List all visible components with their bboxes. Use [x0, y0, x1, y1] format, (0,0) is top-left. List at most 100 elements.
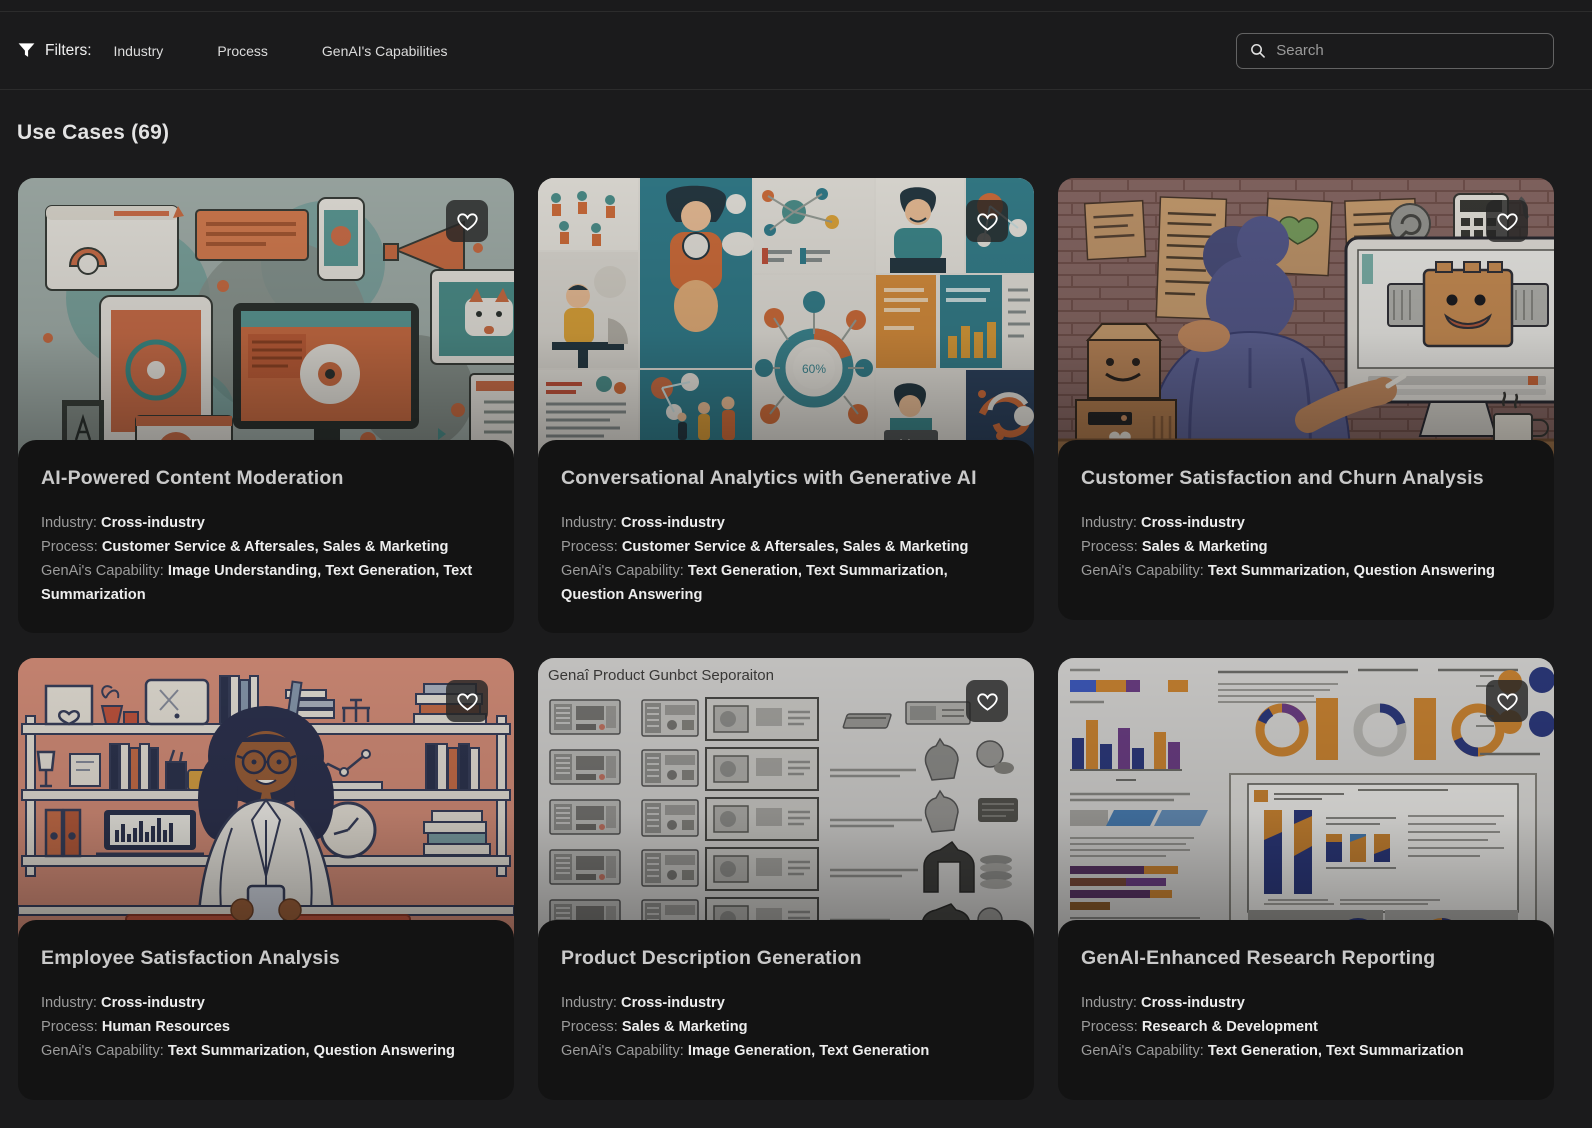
svg-text:60%: 60% — [802, 362, 826, 376]
card-industry: Industry: Cross-industry — [561, 511, 1010, 535]
favorite-button[interactable] — [1486, 680, 1528, 722]
use-case-card[interactable]: Genaî Product Gunbct Seporaiton — [538, 658, 1034, 1100]
industry-value: Cross-industry — [101, 995, 205, 1011]
search-box[interactable] — [1236, 33, 1554, 69]
card-body: Conversational Analytics with Generative… — [538, 440, 1034, 633]
illustration-conversational-analytics: 60% — [538, 178, 1034, 460]
card-body: GenAI-Enhanced Research Reporting Indust… — [1058, 920, 1554, 1100]
industry-value: Cross-industry — [1141, 515, 1245, 531]
capability-value: Text Summarization, Question Answering — [168, 1043, 455, 1059]
illustration-content-moderation — [18, 178, 514, 460]
card-process: Process: Customer Service & Aftersales, … — [561, 535, 1010, 559]
filter-options: Industry Process GenAI's Capabilities — [114, 35, 502, 67]
card-process: Process: Sales & Marketing — [561, 1015, 1010, 1039]
industry-label: Industry: — [561, 515, 617, 531]
capability-label: GenAi's Capability: — [561, 1043, 684, 1059]
card-industry: Industry: Cross-industry — [41, 991, 490, 1015]
capability-label: GenAi's Capability: — [1081, 1043, 1204, 1059]
favorite-button[interactable] — [966, 680, 1008, 722]
card-process: Process: Human Resources — [41, 1015, 490, 1039]
capability-value: Image Generation, Text Generation — [688, 1043, 929, 1059]
filter-toolbar: Filters: Industry Process GenAI's Capabi… — [0, 11, 1592, 90]
process-value: Customer Service & Aftersales, Sales & M… — [102, 539, 449, 555]
filters-label: Filters: — [45, 42, 92, 60]
use-case-card[interactable]: Employee Satisfaction Analysis Industry:… — [18, 658, 514, 1100]
filters-label-group: Filters: — [17, 41, 92, 60]
card-title: Product Description Generation — [561, 947, 1010, 970]
capability-label: GenAi's Capability: — [1081, 563, 1204, 579]
process-label: Process: — [561, 1019, 618, 1035]
capability-label: GenAi's Capability: — [41, 563, 164, 579]
industry-label: Industry: — [1081, 995, 1137, 1011]
favorite-button[interactable] — [966, 200, 1008, 242]
card-title: Customer Satisfaction and Churn Analysis — [1081, 467, 1530, 490]
capability-label: GenAi's Capability: — [41, 1043, 164, 1059]
card-capability: GenAi's Capability: Image Generation, Te… — [561, 1039, 1010, 1063]
card-capability: GenAi's Capability: Text Generation, Tex… — [561, 559, 1010, 607]
card-image — [1058, 178, 1554, 460]
card-industry: Industry: Cross-industry — [561, 991, 1010, 1015]
card-body: AI-Powered Content Moderation Industry: … — [18, 440, 514, 633]
heart-icon — [976, 690, 999, 713]
filter-process[interactable]: Process — [217, 35, 268, 67]
use-case-grid: AI-Powered Content Moderation Industry: … — [18, 178, 1554, 1100]
card-image — [18, 658, 514, 940]
page-title: Use Cases (69) — [17, 121, 1592, 145]
favorite-button[interactable] — [1486, 200, 1528, 242]
card-image: 60% — [538, 178, 1034, 460]
process-label: Process: — [1081, 1019, 1138, 1035]
process-label: Process: — [561, 539, 618, 555]
use-case-card[interactable]: Customer Satisfaction and Churn Analysis… — [1058, 178, 1554, 633]
card-body: Customer Satisfaction and Churn Analysis… — [1058, 440, 1554, 620]
funnel-icon — [17, 41, 36, 60]
process-value: Customer Service & Aftersales, Sales & M… — [622, 539, 969, 555]
industry-value: Cross-industry — [621, 995, 725, 1011]
search-input[interactable] — [1276, 42, 1541, 59]
industry-value: Cross-industry — [101, 515, 205, 531]
heart-icon — [1496, 690, 1519, 713]
filter-genai-capabilities[interactable]: GenAI's Capabilities — [322, 35, 448, 67]
card-title: Employee Satisfaction Analysis — [41, 947, 490, 970]
favorite-button[interactable] — [446, 680, 488, 722]
process-label: Process: — [41, 1019, 98, 1035]
filter-industry[interactable]: Industry — [114, 35, 164, 67]
capability-value: Text Summarization, Question Answering — [1208, 563, 1495, 579]
card-body: Employee Satisfaction Analysis Industry:… — [18, 920, 514, 1100]
card-title: AI-Powered Content Moderation — [41, 467, 490, 490]
card-title: Conversational Analytics with Generative… — [561, 467, 1010, 490]
card-capability: GenAi's Capability: Text Summarization, … — [41, 1039, 490, 1063]
card-image — [18, 178, 514, 460]
use-case-card[interactable]: GenAI-Enhanced Research Reporting Indust… — [1058, 658, 1554, 1100]
favorite-button[interactable] — [446, 200, 488, 242]
industry-label: Industry: — [561, 995, 617, 1011]
card-process: Process: Sales & Marketing — [1081, 535, 1530, 559]
card-industry: Industry: Cross-industry — [1081, 991, 1530, 1015]
image-caption: Genaî Product Gunbct Seporaiton — [548, 667, 774, 684]
use-case-card[interactable]: 60% — [538, 178, 1034, 633]
illustration-research-dashboard — [1058, 658, 1554, 940]
illustration-employee-satisfaction — [18, 658, 514, 940]
capability-label: GenAi's Capability: — [561, 563, 684, 579]
card-capability: GenAi's Capability: Text Summarization, … — [1081, 559, 1530, 583]
search-icon — [1249, 41, 1266, 60]
card-industry: Industry: Cross-industry — [41, 511, 490, 535]
card-industry: Industry: Cross-industry — [1081, 511, 1530, 535]
process-value: Human Resources — [102, 1019, 230, 1035]
process-value: Sales & Marketing — [622, 1019, 748, 1035]
card-process: Process: Research & Development — [1081, 1015, 1530, 1039]
card-body: Product Description Generation Industry:… — [538, 920, 1034, 1100]
process-value: Research & Development — [1142, 1019, 1318, 1035]
use-case-card[interactable]: AI-Powered Content Moderation Industry: … — [18, 178, 514, 633]
heart-icon — [1496, 210, 1519, 233]
card-capability: GenAi's Capability: Image Understanding,… — [41, 559, 490, 607]
heart-icon — [456, 210, 479, 233]
process-value: Sales & Marketing — [1142, 539, 1268, 555]
card-title: GenAI-Enhanced Research Reporting — [1081, 947, 1530, 970]
industry-label: Industry: — [41, 995, 97, 1011]
card-capability: GenAi's Capability: Text Generation, Tex… — [1081, 1039, 1530, 1063]
card-image — [1058, 658, 1554, 940]
industry-label: Industry: — [41, 515, 97, 531]
illustration-product-grid: Genaî Product Gunbct Seporaiton — [538, 658, 1034, 940]
capability-value: Text Generation, Text Summarization — [1208, 1043, 1464, 1059]
card-process: Process: Customer Service & Aftersales, … — [41, 535, 490, 559]
